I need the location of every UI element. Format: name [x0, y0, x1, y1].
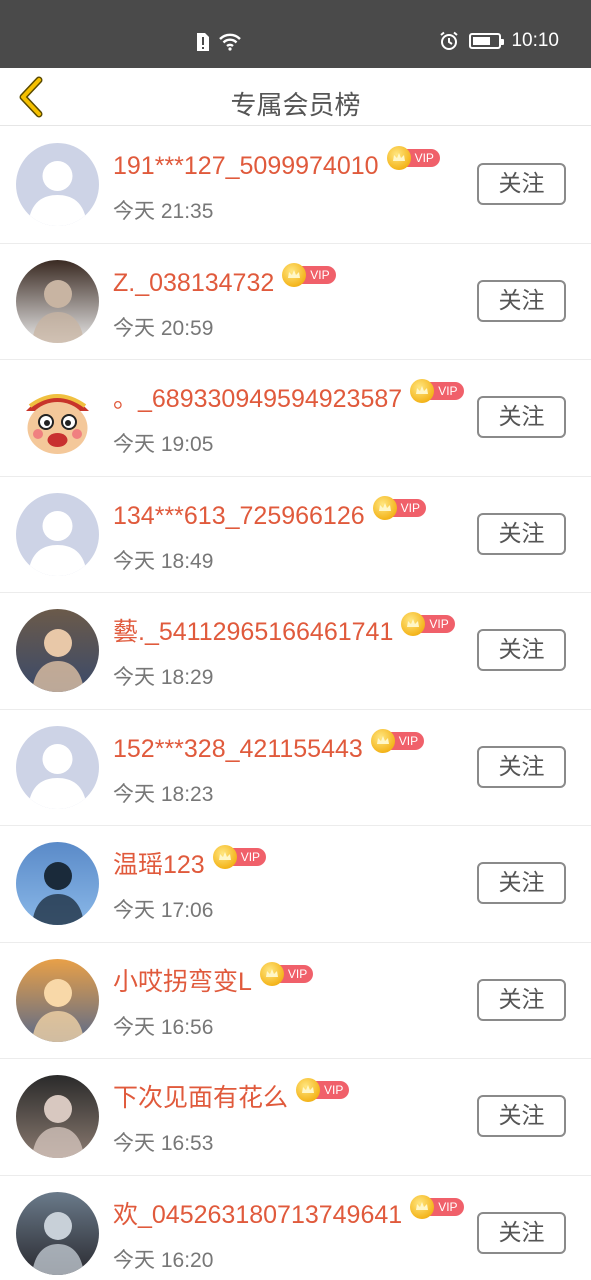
- avatar[interactable]: [16, 958, 99, 1042]
- status-icons-right: 10:10: [439, 30, 559, 52]
- avatar[interactable]: [16, 143, 99, 226]
- name-line: 。_68933094959492358​7 VIP: [113, 379, 464, 414]
- follow-button[interactable]: 关注: [477, 512, 566, 555]
- name-line: 温瑶123 VIP: [113, 845, 267, 880]
- avatar[interactable]: [16, 1075, 99, 1158]
- follow-button[interactable]: 关注: [477, 629, 566, 671]
- vip-badge: VIP: [370, 728, 425, 753]
- follow-button[interactable]: 关注: [477, 1095, 566, 1137]
- member-time: 今天 18:23: [113, 782, 214, 806]
- follow-button[interactable]: 关注: [477, 163, 566, 205]
- member-row[interactable]: 藝._54112965166461741 VIP 今天 18:29 关注: [0, 593, 591, 710]
- member-row[interactable]: 欢_045263180713749641 VIP 今天 16:20 关注: [0, 1175, 591, 1280]
- crown-icon: [410, 1194, 435, 1219]
- member-name[interactable]: Z._038134732: [113, 268, 274, 298]
- member-time: 今天 16:56: [113, 1015, 214, 1039]
- alarm-icon: [440, 31, 459, 50]
- page-header: 专属会员榜: [0, 68, 591, 126]
- member-row[interactable]: Z._038134732 VIP 今天 20:59 关注: [0, 243, 591, 360]
- follow-button[interactable]: 关注: [477, 396, 566, 438]
- member-time: 今天 18:29: [113, 666, 214, 689]
- member-name[interactable]: 小哎拐弯变L: [113, 967, 252, 997]
- member-list: 191***127_5099974010 VIP 今天 21:35 关注 Z._0381…: [0, 127, 591, 1280]
- name-line: 191***127_5099974010 VIP: [113, 146, 440, 181]
- page-title: 专属会员榜: [230, 90, 361, 120]
- vip-badge: VIP: [410, 379, 464, 403]
- member-name[interactable]: 藝._54112965166461741: [113, 617, 393, 647]
- member-row[interactable]: 温瑶123 VIP 今天 17:06 关注: [0, 826, 591, 943]
- member-name[interactable]: 191***127_5099974010: [113, 151, 379, 181]
- avatar[interactable]: [16, 259, 99, 343]
- member-time: 今天 20:59: [113, 316, 214, 340]
- member-name[interactable]: 134***613_725966126: [113, 501, 365, 531]
- crown-icon: [410, 379, 435, 403]
- name-line: 152***328_421155443 VIP: [113, 728, 425, 764]
- crown-icon: [401, 612, 426, 636]
- battery-level: [473, 37, 491, 45]
- follow-button[interactable]: 关注: [477, 978, 566, 1021]
- name-line: Z._038134732 VIP: [113, 262, 336, 298]
- member-row[interactable]: 191***127_5099974010 VIP 今天 21:35 关注: [0, 127, 591, 244]
- wifi-icon: [219, 33, 241, 51]
- member-time: 今天 19:05: [113, 433, 214, 456]
- name-line: 藝._54112965166461741 VIP: [113, 612, 455, 647]
- member-name[interactable]: 欢_045263180713749641: [113, 1200, 402, 1230]
- follow-button[interactable]: 关注: [477, 745, 566, 788]
- vip-badge: VIP: [259, 961, 314, 986]
- member-name[interactable]: 。_68933094959492358​7: [113, 384, 402, 414]
- name-line: 小哎拐弯变L VIP: [113, 961, 314, 997]
- follow-button[interactable]: 关注: [477, 279, 566, 322]
- avatar[interactable]: [16, 725, 99, 809]
- vip-badge: VIP: [372, 495, 426, 520]
- vip-badge: VIP: [282, 262, 336, 287]
- status-icons-left: [196, 32, 242, 52]
- member-time: 今天 17:06: [113, 899, 214, 922]
- name-line: 欢_045263180713749641 VIP: [113, 1194, 464, 1230]
- vip-badge: VIP: [212, 845, 267, 869]
- crown-icon: [282, 262, 307, 287]
- crown-icon: [372, 495, 397, 520]
- member-row[interactable]: 下次见面有花么 VIP 今天 16:53 关注: [0, 1059, 591, 1176]
- status-time: 10:10: [511, 30, 559, 51]
- member-row[interactable]: 。_68933094959492358​7 VIP 今天 19:05 关注: [0, 360, 591, 477]
- avatar[interactable]: [16, 492, 99, 576]
- sim-alert-icon: [197, 33, 209, 51]
- vip-badge: VIP: [296, 1078, 350, 1102]
- crown-icon: [259, 961, 284, 986]
- crown-icon: [212, 845, 237, 869]
- member-time: 今天 16:20: [113, 1248, 214, 1272]
- name-line: 134***613_725966126 VIP: [113, 495, 426, 531]
- member-time: 今天 21:35: [113, 200, 214, 223]
- member-name[interactable]: 下次见面有花么: [113, 1083, 288, 1113]
- member-row[interactable]: 152***328_421155443 VIP 今天 18:23 关注: [0, 709, 591, 826]
- member-time: 今天 16:53: [113, 1132, 214, 1155]
- avatar[interactable]: [16, 842, 99, 925]
- avatar[interactable]: [16, 376, 99, 459]
- member-time: 今天 18:49: [113, 549, 214, 573]
- crown-icon: [296, 1078, 321, 1102]
- follow-button[interactable]: 关注: [477, 1211, 566, 1254]
- member-row[interactable]: 小哎拐弯变L VIP 今天 16:56 关注: [0, 942, 591, 1059]
- member-name[interactable]: 152***328_421155443: [113, 734, 363, 764]
- member-row[interactable]: 134***613_725966126 VIP 今天 18:49 关注: [0, 476, 591, 593]
- member-name[interactable]: 温瑶123: [113, 850, 205, 880]
- crown-icon: [370, 728, 395, 753]
- avatar[interactable]: [16, 609, 99, 692]
- battery-icon: [469, 33, 505, 49]
- status-bar: 10:10: [0, 0, 591, 68]
- name-line: 下次见面有花么 VIP: [113, 1078, 350, 1113]
- follow-button[interactable]: 关注: [477, 862, 566, 904]
- vip-badge: VIP: [401, 612, 455, 636]
- avatar[interactable]: [16, 1191, 99, 1275]
- crown-icon: [386, 146, 411, 170]
- vip-badge: VIP: [386, 146, 440, 170]
- vip-badge: VIP: [410, 1194, 464, 1219]
